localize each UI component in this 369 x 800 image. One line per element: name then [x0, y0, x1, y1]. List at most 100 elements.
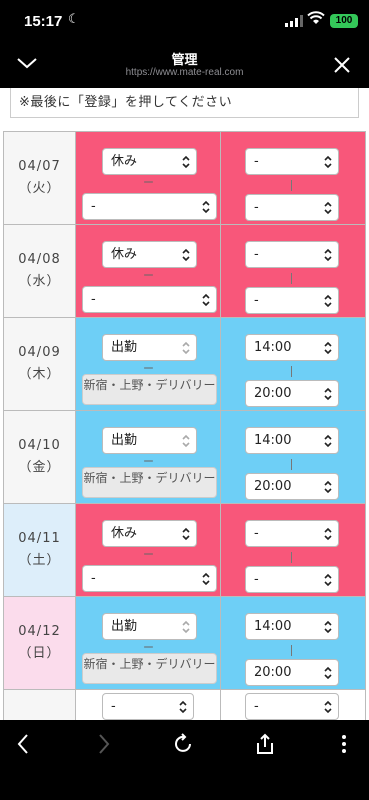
- time-separator: [291, 180, 292, 191]
- time-cell: 14:00 20:00: [220, 596, 366, 690]
- shift-cell: -: [75, 689, 221, 720]
- select-arrow-icon: [182, 434, 190, 448]
- shift-cell: 出勤 ー新宿・上野・デリバリー: [75, 317, 221, 411]
- select-arrow-icon: [324, 666, 332, 680]
- page-url: https://www.mate-real.com: [125, 67, 244, 78]
- weekday-label: （日）: [18, 646, 61, 661]
- date-cell: 04/08 （水）: [3, 224, 76, 318]
- notice-box: ※最後に「登録」を押してください: [10, 88, 359, 118]
- schedule-table: 04/07 （火） 休み ー - - - 04/08 （水） 休み ー - - - …: [3, 131, 366, 720]
- weekday-label: （金）: [18, 460, 61, 475]
- shop-select[interactable]: -: [82, 286, 217, 313]
- select-arrow-icon: [182, 248, 190, 262]
- select-arrow-icon: [324, 294, 332, 308]
- select-arrow-icon: [324, 341, 332, 355]
- schedule-row: 04/07 （火） 休み ー - - -: [3, 131, 366, 225]
- end-time-select[interactable]: -: [245, 566, 339, 593]
- time-separator: [291, 645, 292, 656]
- shift-type-select[interactable]: -: [102, 693, 194, 720]
- shift-cell: 出勤 ー新宿・上野・デリバリー: [75, 410, 221, 504]
- select-arrow-icon: [324, 480, 332, 494]
- date-cell: 04/09 （木）: [3, 317, 76, 411]
- signal-icon: [285, 15, 303, 27]
- end-time-select[interactable]: 20:00: [245, 380, 339, 407]
- shift-cell: 休み ー -: [75, 224, 221, 318]
- page-content: ※最後に「登録」を押してください 04/07 （火） 休み ー - - - 04/…: [0, 88, 369, 720]
- shop-select[interactable]: -: [82, 193, 217, 220]
- schedule-row: 04/12 （日） 出勤 ー新宿・上野・デリバリー 14:00 20:00: [3, 596, 366, 690]
- shift-type-select[interactable]: 休み: [102, 520, 197, 547]
- date-cell: 04/12 （日）: [3, 596, 76, 690]
- separator: ー: [143, 548, 154, 561]
- schedule-row: 04/08 （水） 休み ー - - -: [3, 224, 366, 318]
- page-title: 管理: [171, 53, 198, 68]
- status-bar: 15:17 ☾ 100: [0, 0, 369, 44]
- weekday-label: （水）: [18, 274, 61, 289]
- time-separator: [291, 459, 292, 470]
- select-arrow-icon: [324, 248, 332, 262]
- start-time-select[interactable]: -: [245, 693, 339, 720]
- battery-icon: 100: [330, 14, 358, 28]
- start-time-select[interactable]: 14:00: [245, 334, 339, 361]
- select-arrow-icon: [202, 572, 210, 586]
- end-time-select[interactable]: -: [245, 287, 339, 314]
- end-time-select[interactable]: -: [245, 194, 339, 221]
- select-arrow-icon: [324, 620, 332, 634]
- forward-icon[interactable]: [97, 733, 111, 755]
- shop-select[interactable]: 新宿・上野・デリバリー: [82, 374, 217, 405]
- schedule-row: - -: [3, 689, 366, 720]
- end-time-select[interactable]: 20:00: [245, 659, 339, 686]
- clock: 15:17: [24, 13, 63, 30]
- shift-cell: 休み ー -: [75, 503, 221, 597]
- date-label: 04/11: [18, 531, 61, 546]
- time-cell: 14:00 20:00: [220, 410, 366, 504]
- shift-type-select[interactable]: 休み: [102, 241, 197, 268]
- weekday-label: （木）: [18, 367, 61, 382]
- shift-type-select[interactable]: 出勤: [102, 334, 197, 361]
- browser-header: 管理 https://www.mate-real.com: [0, 44, 369, 88]
- shop-select[interactable]: 新宿・上野・デリバリー: [82, 653, 217, 684]
- date-label: 04/12: [18, 624, 61, 639]
- date-label: 04/10: [18, 438, 61, 453]
- browser-toolbar: [0, 720, 369, 800]
- close-icon[interactable]: [333, 56, 351, 74]
- start-time-select[interactable]: -: [245, 241, 339, 268]
- select-arrow-icon: [202, 200, 210, 214]
- start-time-select[interactable]: -: [245, 520, 339, 547]
- select-arrow-icon: [324, 201, 332, 215]
- time-cell: - -: [220, 503, 366, 597]
- separator: ー: [143, 176, 154, 189]
- select-arrow-icon: [324, 434, 332, 448]
- start-time-select[interactable]: 14:00: [245, 427, 339, 454]
- select-arrow-icon: [182, 155, 190, 169]
- select-arrow-icon: [182, 620, 190, 634]
- schedule-row: 04/09 （木） 出勤 ー新宿・上野・デリバリー 14:00 20:00: [3, 317, 366, 411]
- select-arrow-icon: [182, 341, 190, 355]
- separator: ー: [143, 269, 154, 282]
- shift-cell: 出勤 ー新宿・上野・デリバリー: [75, 596, 221, 690]
- share-icon[interactable]: [255, 733, 275, 755]
- shop-select[interactable]: 新宿・上野・デリバリー: [82, 467, 217, 498]
- end-time-select[interactable]: 20:00: [245, 473, 339, 500]
- date-cell: [3, 689, 76, 720]
- select-arrow-icon: [324, 573, 332, 587]
- date-cell: 04/07 （火）: [3, 131, 76, 225]
- reload-icon[interactable]: [174, 733, 194, 755]
- shift-type-select[interactable]: 出勤: [102, 427, 197, 454]
- shop-select[interactable]: -: [82, 565, 217, 592]
- time-cell: - -: [220, 224, 366, 318]
- back-icon[interactable]: [16, 733, 30, 755]
- date-label: 04/07: [18, 159, 61, 174]
- more-icon[interactable]: [340, 733, 348, 755]
- shift-type-select[interactable]: 出勤: [102, 613, 197, 640]
- time-cell: -: [220, 689, 366, 720]
- start-time-select[interactable]: 14:00: [245, 613, 339, 640]
- schedule-row: 04/11 （土） 休み ー - - -: [3, 503, 366, 597]
- start-time-select[interactable]: -: [245, 148, 339, 175]
- time-separator: [291, 273, 292, 284]
- date-cell: 04/11 （土）: [3, 503, 76, 597]
- time-separator: [291, 552, 292, 563]
- select-arrow-icon: [202, 293, 210, 307]
- date-label: 04/09: [18, 345, 61, 360]
- shift-type-select[interactable]: 休み: [102, 148, 197, 175]
